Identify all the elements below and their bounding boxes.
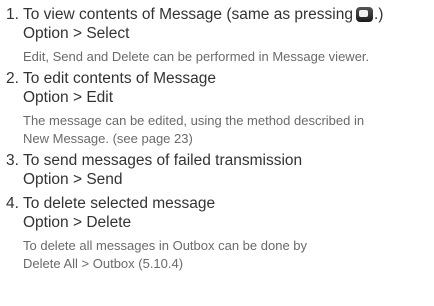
note-line: The message can be edited, using the met… (23, 113, 365, 128)
instruction-list: 1. To view contents of Message (same as … (6, 5, 430, 273)
item-number: 1. (6, 6, 19, 23)
heading-text: To send messages of failed transmission (23, 152, 303, 169)
item-note: Edit, Send and Delete can be performed i… (6, 48, 430, 66)
note-line: Edit, Send and Delete can be performed i… (23, 49, 370, 64)
heading-text: To delete selected message (23, 195, 216, 212)
instruction-item-delete: 4. To delete selected message Option > D… (6, 194, 430, 273)
note-line: New Message. (see page 23) (23, 131, 193, 146)
instruction-heading: 1. To view contents of Message (same as … (6, 5, 430, 24)
instruction-item-edit: 2. To edit contents of Message Option > … (6, 69, 430, 148)
menu-path: Option > Delete (23, 214, 132, 231)
item-note: The message can be edited, using the met… (6, 112, 430, 148)
note-line: Delete All > Outbox (5.10.4) (23, 256, 184, 271)
instruction-heading: 2. To edit contents of Message (6, 69, 430, 88)
item-number: 2. (6, 70, 19, 87)
item-note: To delete all messages in Outbox can be … (6, 237, 430, 273)
instruction-heading: 4. To delete selected message (6, 194, 430, 213)
instruction-item-view: 1. To view contents of Message (same as … (6, 5, 430, 66)
heading-text: To view contents of Message (same as pre… (23, 6, 353, 23)
heading-suffix: .) (373, 6, 384, 23)
instruction-item-send: 3. To send messages of failed transmissi… (6, 151, 430, 189)
note-line: To delete all messages in Outbox can be … (23, 238, 308, 253)
menu-path: Option > Send (23, 171, 123, 188)
heading-text: To edit contents of Message (23, 70, 217, 87)
menu-path: Option > Select (23, 25, 130, 42)
instruction-heading: 3. To send messages of failed transmissi… (6, 151, 430, 170)
item-number: 3. (6, 152, 19, 169)
item-number: 4. (6, 195, 19, 212)
select-key-icon (355, 7, 373, 22)
menu-path: Option > Edit (23, 89, 114, 106)
